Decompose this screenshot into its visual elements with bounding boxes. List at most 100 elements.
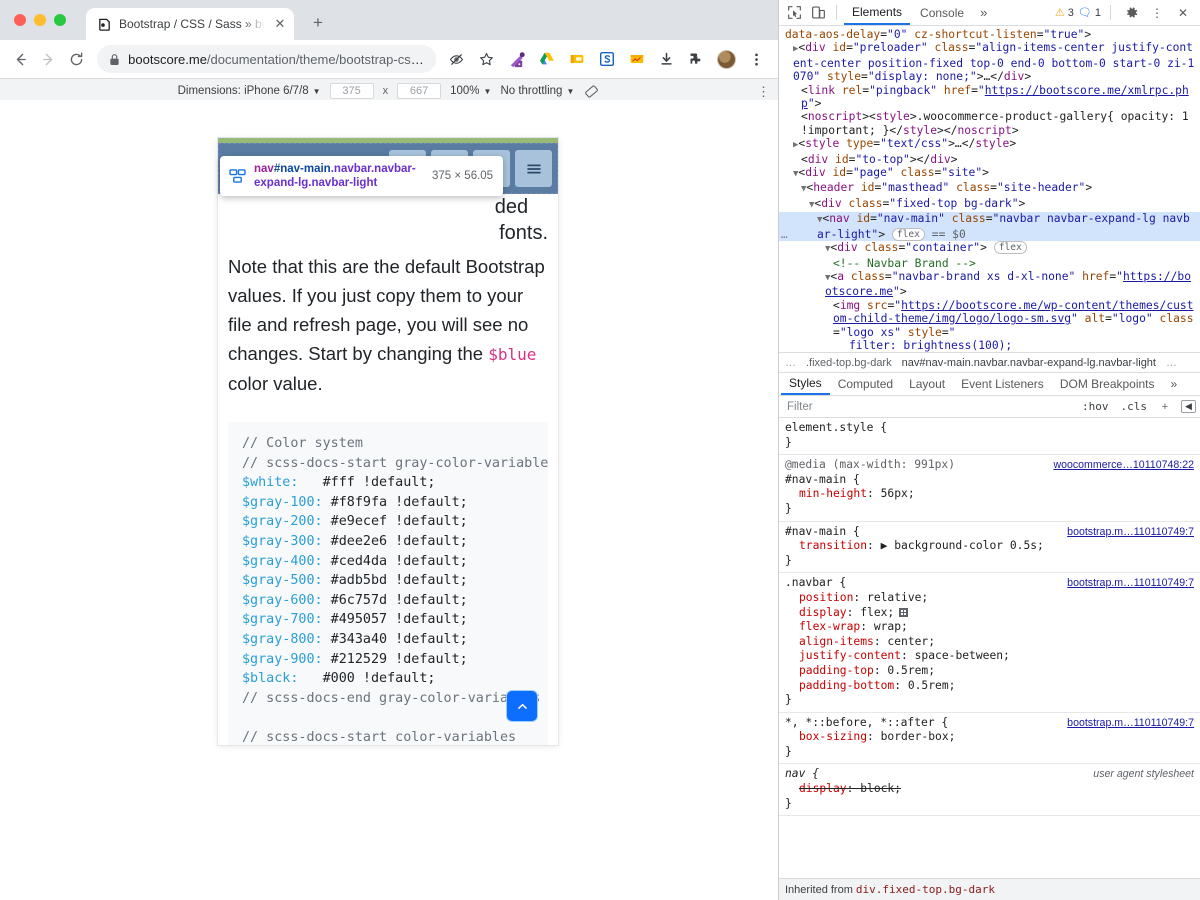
style-rule-source[interactable]: bootstrap.m…110110749:7 — [1067, 576, 1194, 591]
tab-console[interactable]: Console — [912, 0, 972, 25]
style-rule-source[interactable]: woocommerce…10110748:22 — [1053, 458, 1194, 473]
toggle-hover-state-button[interactable]: :hov — [1080, 400, 1111, 413]
device-viewport[interactable]: btScr — [218, 138, 558, 745]
downloads-icon[interactable] — [654, 46, 680, 72]
style-declaration[interactable]: padding-top: 0.5rem; — [785, 664, 1194, 679]
declaration-value[interactable]: : wrap; — [860, 620, 908, 633]
dom-tree-line[interactable]: <!-- Navbar Brand --> — [779, 257, 1200, 270]
warning-count-badge[interactable]: ⚠3 — [1055, 6, 1074, 19]
dom-tree-line[interactable]: ▼<nav id="nav-main" class="navbar navbar… — [779, 212, 1200, 241]
viewport-height-input[interactable]: 667 — [397, 83, 441, 99]
declaration-property[interactable]: min-height — [785, 487, 867, 500]
style-declaration[interactable]: flex-wrap: wrap; — [785, 620, 1194, 635]
dom-tree-line[interactable]: ▼<div class="container"> flex — [779, 241, 1200, 256]
extensions-puzzle-icon[interactable] — [684, 46, 710, 72]
declaration-property[interactable]: display — [785, 782, 847, 795]
style-declaration[interactable]: box-sizing: border-box; — [785, 730, 1194, 745]
declaration-value[interactable]: : 56px; — [867, 487, 915, 500]
throttling-selector[interactable]: No throttling ▼ — [500, 85, 574, 97]
message-count-badge[interactable]: 🗨1 — [1078, 6, 1101, 19]
note-extension[interactable] — [564, 46, 590, 72]
close-tab-button[interactable]: ✕ — [272, 16, 288, 32]
toggle-device-toolbar-icon[interactable] — [807, 3, 829, 23]
style-rule[interactable]: woocommerce…10110748:22@media (max-width… — [779, 455, 1200, 521]
clipper-extension[interactable] — [624, 46, 650, 72]
dom-tree-line[interactable]: <img src="https://bootscore.me/wp-conten… — [779, 299, 1200, 339]
google-drive-extension[interactable] — [534, 46, 560, 72]
style-declaration[interactable]: display: block; — [785, 782, 1194, 797]
inspect-element-icon[interactable] — [783, 3, 805, 23]
styles-filter-input[interactable]: Filter — [783, 401, 1072, 413]
tab-layout[interactable]: Layout — [901, 373, 953, 395]
dom-tree-line[interactable]: ▼<a class="navbar-brand xs d-xl-none" hr… — [779, 270, 1200, 299]
style-declaration[interactable]: transition: ▶ background-color 0.5s; — [785, 539, 1194, 554]
declaration-property[interactable]: padding-bottom — [785, 679, 894, 692]
declaration-value[interactable]: : space-between; — [901, 649, 1010, 662]
declaration-property[interactable]: display — [785, 606, 847, 619]
style-rule[interactable]: bootstrap.m…110110749:7#nav-main {transi… — [779, 522, 1200, 574]
tab-dom-breakpoints[interactable]: DOM Breakpoints — [1052, 373, 1163, 395]
dom-tree-line[interactable]: filter: brightness(100); — [779, 339, 1200, 352]
declaration-property[interactable]: box-sizing — [785, 730, 867, 743]
declaration-value[interactable]: : border-box; — [867, 730, 955, 743]
toggle-class-button[interactable]: .cls — [1119, 400, 1150, 413]
style-rule-selector[interactable]: #nav-main { — [785, 473, 1194, 488]
back-button[interactable] — [8, 45, 34, 73]
dom-tree[interactable]: data-aos-delay="0" cz-shortcut-listen="t… — [779, 26, 1200, 352]
declaration-property[interactable]: position — [785, 591, 853, 604]
style-rule-source[interactable]: user agent stylesheet — [1093, 767, 1194, 782]
dom-tree-line[interactable]: ▶<div id="preloader" class="align-items-… — [779, 41, 1200, 83]
tab-elements[interactable]: Elements — [844, 0, 910, 25]
declaration-property[interactable]: justify-content — [785, 649, 901, 662]
forward-button[interactable] — [36, 45, 62, 73]
close-devtools-icon[interactable]: ✕ — [1172, 3, 1194, 23]
close-window-button[interactable] — [14, 14, 26, 26]
declaration-value[interactable]: : 0.5rem; — [874, 664, 935, 677]
style-rule-source[interactable]: bootstrap.m…110110749:7 — [1067, 716, 1194, 731]
window-controls[interactable] — [14, 14, 66, 26]
grid-toggle-icon[interactable] — [899, 608, 908, 617]
declaration-value[interactable]: : flex; — [847, 606, 895, 619]
styles-more-tabs-icon[interactable]: » — [1163, 373, 1186, 395]
declaration-value[interactable]: : 0.5rem; — [894, 679, 955, 692]
breadcrumb[interactable]: … .fixed-top.bg-dark nav#nav-main.navbar… — [779, 352, 1200, 373]
chrome-menu-kebab[interactable] — [744, 46, 770, 72]
declaration-value[interactable]: : ▶ background-color 0.5s; — [867, 539, 1044, 552]
dom-tree-line[interactable]: <link rel="pingback" href="https://boots… — [779, 84, 1200, 111]
tab-event-listeners[interactable]: Event Listeners — [953, 373, 1052, 395]
styles-rules-pane[interactable]: element.style {}woocommerce…10110748:22@… — [779, 418, 1200, 878]
s-extension[interactable] — [594, 46, 620, 72]
declaration-value[interactable]: : center; — [874, 635, 935, 648]
reload-button[interactable] — [63, 45, 89, 73]
star-icon[interactable] — [474, 46, 500, 72]
more-panels-icon[interactable]: » — [974, 5, 993, 20]
dom-tree-line[interactable]: ▶<style type="text/css">…</style> — [779, 137, 1200, 152]
tab-styles[interactable]: Styles — [781, 373, 830, 395]
style-rule-source[interactable]: bootstrap.m…110110749:7 — [1067, 525, 1194, 540]
scroll-to-top-button[interactable] — [506, 690, 538, 722]
devtools-menu-kebab[interactable]: ⋮ — [1146, 3, 1168, 23]
dom-tree-line[interactable]: <noscript><style>.woocommerce-product-ga… — [779, 110, 1200, 137]
style-declaration[interactable]: display: flex; — [785, 606, 1194, 621]
style-declaration[interactable]: justify-content: space-between; — [785, 649, 1194, 664]
browser-tab[interactable]: Bootstrap / CSS / Sass » bootS ✕ — [86, 8, 294, 40]
maximize-window-button[interactable] — [54, 14, 66, 26]
declaration-property[interactable]: transition — [785, 539, 867, 552]
style-rule[interactable]: user agent stylesheetnav {display: block… — [779, 764, 1200, 816]
declaration-value[interactable]: : block; — [847, 782, 901, 795]
style-declaration[interactable]: padding-bottom: 0.5rem; — [785, 679, 1194, 694]
declaration-property[interactable]: padding-top — [785, 664, 874, 677]
declaration-value[interactable]: : relative; — [853, 591, 928, 604]
eye-off-icon[interactable] — [444, 46, 470, 72]
viewport-width-input[interactable]: 375 — [330, 83, 374, 99]
device-preset-selector[interactable]: Dimensions: iPhone 6/7/8 ▼ — [178, 85, 321, 97]
style-declaration[interactable]: min-height: 56px; — [785, 487, 1194, 502]
color-picker-extension[interactable] — [504, 46, 530, 72]
address-bar[interactable]: bootscore.me/documentation/theme/bootstr… — [97, 45, 436, 73]
dom-tree-line[interactable]: ▼<header id="masthead" class="site-heade… — [779, 181, 1200, 196]
style-rule[interactable]: element.style {} — [779, 418, 1200, 455]
computed-sidebar-toggle[interactable]: ◀ — [1181, 400, 1196, 413]
minimize-window-button[interactable] — [34, 14, 46, 26]
style-rule[interactable]: bootstrap.m…110110749:7*, *::before, *::… — [779, 713, 1200, 765]
dom-tree-line[interactable]: ▼<div id="page" class="site"> — [779, 166, 1200, 181]
